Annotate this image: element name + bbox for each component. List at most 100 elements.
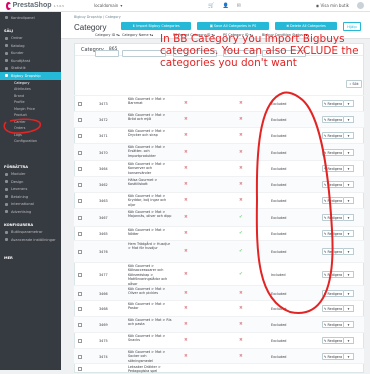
sidebar-item-shop-params[interactable]: Butiksparametrar <box>0 229 61 237</box>
sidebar-item-bigbuy-dropship[interactable]: Bigbuy Dropship <box>0 72 61 80</box>
edit-button[interactable]: ✎ Redigera <box>322 149 344 156</box>
catalog-icon <box>5 44 8 48</box>
row-checkbox[interactable] <box>78 355 82 359</box>
sidebar-item-label: Design <box>11 179 24 184</box>
sidebar-item-stats[interactable]: Statistik <box>0 65 61 73</box>
row-checkbox[interactable] <box>78 216 82 220</box>
table-row[interactable]: 3465 Kök Gourmet > Mat > Nötter ✖ ✔ Excluded… <box>74 226 364 240</box>
sidebar-item-catalog[interactable]: Katalog <box>0 42 61 50</box>
edit-button[interactable]: ✎ Redigera <box>322 271 344 278</box>
condition-status: Excluded <box>271 232 287 236</box>
chevron-down-icon[interactable]: ▾ <box>344 271 354 278</box>
row-checkbox[interactable] <box>78 250 82 254</box>
table-row[interactable]: Leksaker Dräkter > Pedagogiska spel <box>74 363 364 373</box>
sidebar-item-international[interactable]: International <box>0 201 61 209</box>
edit-button[interactable]: ✎ Redigera <box>322 214 344 221</box>
table-row[interactable]: 3474 Kök Gourmet > Mat > Socker och sötni… <box>74 348 364 363</box>
row-checkbox[interactable] <box>78 102 82 106</box>
category-name: Leksaker Dräkter > Pedagogiska spel <box>128 365 161 374</box>
edit-button[interactable]: ✎ Redigera <box>322 305 344 312</box>
table-row[interactable]: 3470 Kök Gourmet > Mat > Ersätter- och Im… <box>74 143 364 160</box>
pencil-icon: ✎ <box>323 338 327 343</box>
sidebar-item-customer-service[interactable]: Kundtjänst <box>0 57 61 65</box>
table-row[interactable]: 3462 Hälsa Gourmet > Kosttillskott ✖ ✖ Exclu… <box>74 176 364 192</box>
row-checkbox[interactable] <box>78 323 82 327</box>
sidebar-item-modules[interactable]: Moduler <box>0 171 61 179</box>
chevron-down-icon[interactable]: ▾ <box>344 181 354 188</box>
bigbuy-icon <box>5 74 8 78</box>
chevron-down-icon[interactable]: ▾ <box>344 290 354 297</box>
table-row[interactable]: 3467 Kök Gourmet > Mat > Majonnäs, oliver… <box>74 208 364 226</box>
table-row[interactable]: 3475 Kök Gourmet > Mat > Snacks ✖ ✖ Excluded… <box>74 332 364 348</box>
chevron-down-icon[interactable]: ▾ <box>344 100 354 107</box>
sidebar-item-shipping[interactable]: Leverans <box>0 186 61 194</box>
edit-button[interactable]: ✎ Redigera <box>322 248 344 255</box>
row-checkbox[interactable] <box>78 199 82 203</box>
sidebar-item-label: Ordrar <box>11 36 23 41</box>
edit-button[interactable]: ✎ Redigera <box>322 230 344 237</box>
table-row[interactable]: 3473 Kök Gourmet > Mat > Barnmat ✖ ✖ Exclude… <box>74 95 364 111</box>
chevron-down-icon[interactable]: ▾ <box>344 116 354 123</box>
edit-button[interactable]: ✎ Redigera <box>322 116 344 123</box>
chevron-down-icon[interactable]: ▾ <box>344 337 354 344</box>
condition-status: Excluded <box>271 355 287 359</box>
category-name: Hem Trädgård > Husdjur > Mat för husdjur <box>128 242 171 251</box>
cross-icon: ✖ <box>184 198 188 203</box>
chevron-down-icon[interactable]: ▾ <box>344 353 354 360</box>
table-row[interactable]: 3468 Kök Gourmet > Mat > Pastor ✖ ✖ Excluded… <box>74 300 364 316</box>
table-row[interactable]: 3471 Kök Gourmet > Mat > Drycker och sira… <box>74 127 364 143</box>
row-checkbox[interactable] <box>78 134 82 138</box>
chevron-down-icon[interactable]: ▾ <box>344 197 354 204</box>
sidebar-item-dashboard[interactable]: Kontrollpanel <box>0 14 61 22</box>
chevron-down-icon[interactable]: ▾ <box>344 230 354 237</box>
row-checkbox[interactable] <box>78 118 82 122</box>
row-checkbox[interactable] <box>78 151 82 155</box>
category-id: 3463 <box>99 199 108 203</box>
design-icon <box>5 180 8 184</box>
table-row[interactable]: 3469 Kök Gourmet > Mat > Ris och pasta ✖ ✖ E… <box>74 316 364 332</box>
sidebar-item-design[interactable]: Design <box>0 178 61 186</box>
sidebar-item-customers[interactable]: Kunder <box>0 50 61 58</box>
chevron-down-icon[interactable]: ▾ <box>344 165 354 172</box>
prestashop-logo[interactable]: PrestaShop 1.7.6.5 <box>6 1 64 10</box>
row-checkbox[interactable] <box>78 292 82 296</box>
table-row[interactable]: 3477 Kök Gourmet > Köksaccessoarer och Kö… <box>74 262 364 286</box>
button-label: Redigera <box>327 117 343 122</box>
edit-button[interactable]: ✎ Redigera <box>322 321 344 328</box>
sidebar-item-payment[interactable]: Betalning <box>0 193 61 201</box>
edit-button[interactable]: ✎ Redigera <box>322 181 344 188</box>
edit-button[interactable]: ✎ Redigera <box>322 165 344 172</box>
chevron-down-icon[interactable]: ▾ <box>344 214 354 221</box>
row-checkbox[interactable] <box>78 273 82 277</box>
table-row[interactable]: 3466 Kök Gourmet > Mat > Oliver och pickl… <box>74 285 364 300</box>
sidebar-item-advanced[interactable]: Avancerade inställningar <box>0 236 61 244</box>
chevron-down-icon[interactable]: ▾ <box>344 132 354 139</box>
pencil-icon: ✎ <box>323 215 327 220</box>
edit-button[interactable]: ✎ Redigera <box>322 337 344 344</box>
sidebar-item-orders[interactable]: Ordrar <box>0 35 61 43</box>
row-checkbox[interactable] <box>78 167 82 171</box>
sidebar-item-advertising[interactable]: Advertising <box>0 208 61 216</box>
condition-status: Excluded <box>271 199 287 203</box>
chevron-down-icon[interactable]: ▾ <box>344 321 354 328</box>
sidebar-item-label: International <box>11 202 34 207</box>
row-checkbox[interactable] <box>78 339 82 343</box>
edit-button[interactable]: ✎ Redigera <box>322 290 344 297</box>
edit-button[interactable]: ✎ Redigera <box>322 197 344 204</box>
edit-button[interactable]: ✎ Redigera <box>322 353 344 360</box>
edit-button[interactable]: ✎ Redigera <box>322 100 344 107</box>
row-checkbox[interactable] <box>78 307 82 311</box>
pencil-icon: ✎ <box>323 117 327 122</box>
table-row[interactable]: 3476 Hem Trädgård > Husdjur > Mat för hus… <box>74 240 364 262</box>
pencil-icon: ✎ <box>323 322 327 327</box>
row-checkbox[interactable] <box>78 183 82 187</box>
chevron-down-icon[interactable]: ▾ <box>344 305 354 312</box>
table-row[interactable]: 3464 Kök Gourmet > Mat > Konserver och ko… <box>74 160 364 176</box>
table-row[interactable]: 3463 Kök Gourmet > Mat > Kryddor, kolj in… <box>74 192 364 208</box>
chevron-down-icon[interactable]: ▾ <box>344 248 354 255</box>
table-row[interactable]: 3472 Kök Gourmet > Mat > Bröd och mjöl ✖ ✖ E… <box>74 111 364 127</box>
chevron-down-icon[interactable]: ▾ <box>344 149 354 156</box>
edit-button[interactable]: ✎ Redigera <box>322 132 344 139</box>
sidebar-sub-configuration[interactable]: Configuration <box>0 138 61 145</box>
row-checkbox[interactable] <box>78 232 82 236</box>
